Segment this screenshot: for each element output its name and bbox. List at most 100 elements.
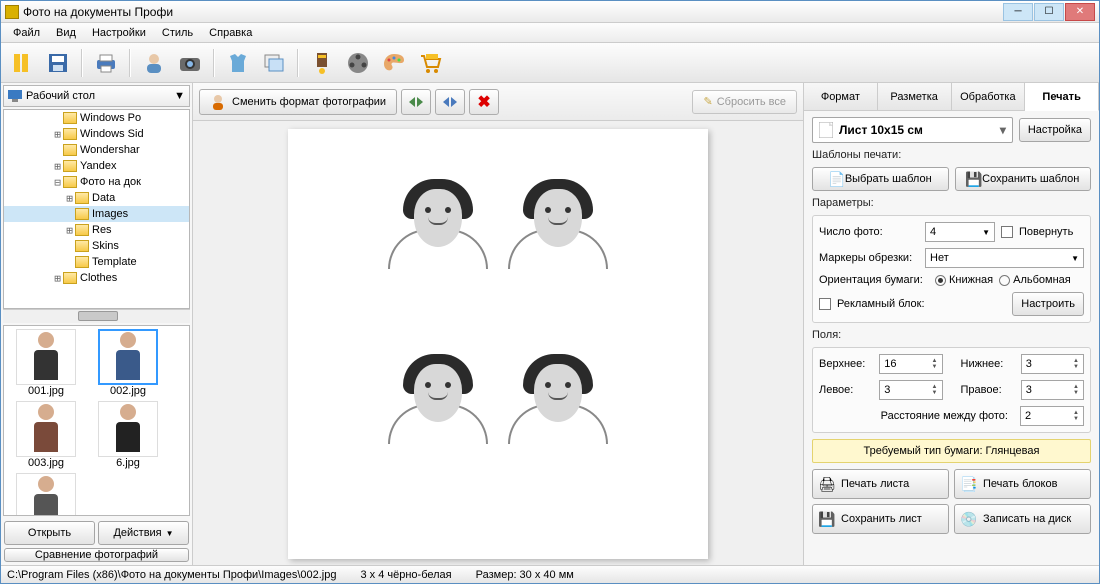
menu-Справка[interactable]: Справка bbox=[201, 25, 260, 41]
blocks-icon: 📑 bbox=[961, 476, 977, 492]
chevron-down-icon: ▾ bbox=[1000, 123, 1006, 137]
thumbnail[interactable]: 9.jpg bbox=[7, 473, 85, 516]
params-title: Параметры: bbox=[812, 197, 1091, 209]
tree-row[interactable]: Images bbox=[4, 206, 189, 222]
disk-icon: 💾 bbox=[819, 511, 835, 527]
location-label: Рабочий стол bbox=[26, 90, 95, 102]
tree-row[interactable]: Template bbox=[4, 254, 189, 270]
cart-icon[interactable] bbox=[413, 46, 447, 80]
thumbnail[interactable]: 003.jpg bbox=[7, 401, 85, 469]
open-button[interactable]: Открыть bbox=[4, 521, 95, 545]
save-sheet-button[interactable]: 💾Сохранить лист bbox=[812, 504, 949, 534]
man-icon[interactable] bbox=[137, 46, 171, 80]
print-page bbox=[288, 129, 708, 559]
tree-row[interactable]: ⊞Clothes bbox=[4, 270, 189, 286]
thumbnail[interactable]: 002.jpg bbox=[89, 329, 167, 397]
flip-h-icon[interactable] bbox=[401, 89, 431, 115]
sheet-settings-button[interactable]: Настройка bbox=[1019, 118, 1091, 142]
ad-label: Рекламный блок: bbox=[837, 298, 1006, 310]
ad-checkbox[interactable] bbox=[819, 298, 831, 310]
print-blocks-button[interactable]: 📑Печать блоков bbox=[954, 469, 1091, 499]
margin-top-label: Верхнее: bbox=[819, 358, 873, 370]
sheet-combo[interactable]: Лист 10x15 см ▾ bbox=[812, 117, 1013, 143]
margins-title: Поля: bbox=[812, 329, 1091, 341]
count-label: Число фото: bbox=[819, 226, 919, 238]
margin-gap-input[interactable]: 2▲▼ bbox=[1020, 406, 1084, 426]
sheet-label: Лист 10x15 см bbox=[839, 123, 923, 137]
thumbnail[interactable]: 001.jpg bbox=[7, 329, 85, 397]
app-icon bbox=[5, 5, 19, 19]
thumbnail[interactable]: 6.jpg bbox=[89, 401, 167, 469]
menubar: ФайлВидНастройкиСтильСправка bbox=[1, 23, 1099, 43]
menu-Настройки[interactable]: Настройки bbox=[84, 25, 154, 41]
margin-top-input[interactable]: 16▲▼ bbox=[879, 354, 942, 374]
count-select[interactable]: 4▼ bbox=[925, 222, 995, 242]
preview-canvas[interactable] bbox=[193, 121, 803, 565]
tree-row[interactable]: ⊞Data bbox=[4, 190, 189, 206]
tab-Формат[interactable]: Формат bbox=[804, 83, 878, 110]
layers-icon[interactable] bbox=[257, 46, 291, 80]
print-icon[interactable] bbox=[89, 46, 123, 80]
tab-Обработка[interactable]: Обработка bbox=[952, 83, 1026, 110]
desktop-icon bbox=[8, 90, 22, 102]
wizard-icon[interactable] bbox=[305, 46, 339, 80]
delete-icon[interactable]: ✖ bbox=[469, 89, 499, 115]
new-icon[interactable] bbox=[5, 46, 39, 80]
margin-bottom-label: Нижнее: bbox=[961, 358, 1015, 370]
tab-Разметка[interactable]: Разметка bbox=[878, 83, 952, 110]
margin-right-input[interactable]: 3▲▼ bbox=[1021, 380, 1084, 400]
flip-v-icon[interactable] bbox=[435, 89, 465, 115]
reel-icon[interactable] bbox=[341, 46, 375, 80]
landscape-radio[interactable]: Альбомная bbox=[999, 274, 1071, 286]
choose-template-button[interactable]: 📄Выбрать шаблон bbox=[812, 167, 949, 191]
camera-icon[interactable] bbox=[173, 46, 207, 80]
minimize-button[interactable]: ─ bbox=[1003, 3, 1033, 21]
tree-row[interactable]: ⊞Windows Sid bbox=[4, 126, 189, 142]
maximize-button[interactable]: ☐ bbox=[1034, 3, 1064, 21]
save-template-icon: 💾 bbox=[966, 171, 982, 187]
rotate-checkbox[interactable] bbox=[1001, 226, 1013, 238]
photo-cell bbox=[388, 179, 488, 334]
markers-label: Маркеры обрезки: bbox=[819, 252, 919, 264]
titlebar: Фото на документы Профи ─ ☐ ✕ bbox=[1, 1, 1099, 23]
tree-row[interactable]: Skins bbox=[4, 238, 189, 254]
tree-row[interactable]: ⊟Фото на док bbox=[4, 174, 189, 190]
folder-tree[interactable]: Windows Po⊞Windows SidWondershar⊞Yandex⊟… bbox=[3, 109, 190, 309]
menu-Вид[interactable]: Вид bbox=[48, 25, 84, 41]
tree-row[interactable]: Windows Po bbox=[4, 110, 189, 126]
menu-Стиль[interactable]: Стиль bbox=[154, 25, 201, 41]
thumbnail-grid[interactable]: 001.jpg002.jpg003.jpg6.jpg9.jpg bbox=[3, 325, 190, 516]
palette-icon[interactable] bbox=[377, 46, 411, 80]
tree-scrollbar[interactable] bbox=[3, 309, 190, 323]
portrait-radio[interactable]: Книжная bbox=[935, 274, 993, 286]
compare-button[interactable]: Сравнение фотографий bbox=[4, 548, 189, 562]
chevron-down-icon: ▼ bbox=[174, 90, 185, 102]
change-format-button[interactable]: Сменить формат фотографии bbox=[199, 89, 397, 115]
save-icon[interactable] bbox=[41, 46, 75, 80]
tshirt-icon[interactable] bbox=[221, 46, 255, 80]
template-icon: 📄 bbox=[829, 171, 845, 187]
paper-banner: Требуемый тип бумаги: Глянцевая bbox=[812, 439, 1091, 463]
reset-button[interactable]: ✎Сбросить все bbox=[692, 90, 797, 114]
close-button[interactable]: ✕ bbox=[1065, 3, 1095, 21]
print-sheet-button[interactable]: 🖨Печать листа bbox=[812, 469, 949, 499]
ad-settings-button[interactable]: Настроить bbox=[1012, 292, 1084, 316]
save-template-button[interactable]: 💾Сохранить шаблон bbox=[955, 167, 1092, 191]
tab-Печать[interactable]: Печать bbox=[1025, 83, 1099, 111]
menu-Файл[interactable]: Файл bbox=[5, 25, 48, 41]
margin-left-input[interactable]: 3▲▼ bbox=[879, 380, 942, 400]
photo-cell bbox=[508, 179, 608, 334]
page-icon bbox=[819, 122, 833, 138]
margin-bottom-input[interactable]: 3▲▼ bbox=[1021, 354, 1084, 374]
burn-disc-button[interactable]: 💿Записать на диск bbox=[954, 504, 1091, 534]
status-size: Размер: 30 x 40 мм bbox=[476, 569, 574, 581]
location-combo[interactable]: Рабочий стол ▼ bbox=[3, 85, 190, 107]
tree-row[interactable]: ⊞Yandex bbox=[4, 158, 189, 174]
center-panel: ✕ Сменить формат фотографии ✖ ✎Сбросить … bbox=[193, 83, 803, 565]
actions-button[interactable]: Действия ▼ bbox=[98, 521, 189, 545]
tree-row[interactable]: Wondershar bbox=[4, 142, 189, 158]
markers-select[interactable]: Нет▼ bbox=[925, 248, 1084, 268]
left-panel: Рабочий стол ▼ Windows Po⊞Windows SidWon… bbox=[1, 83, 193, 565]
rotate-label: Повернуть bbox=[1019, 226, 1073, 238]
tree-row[interactable]: ⊞Res bbox=[4, 222, 189, 238]
